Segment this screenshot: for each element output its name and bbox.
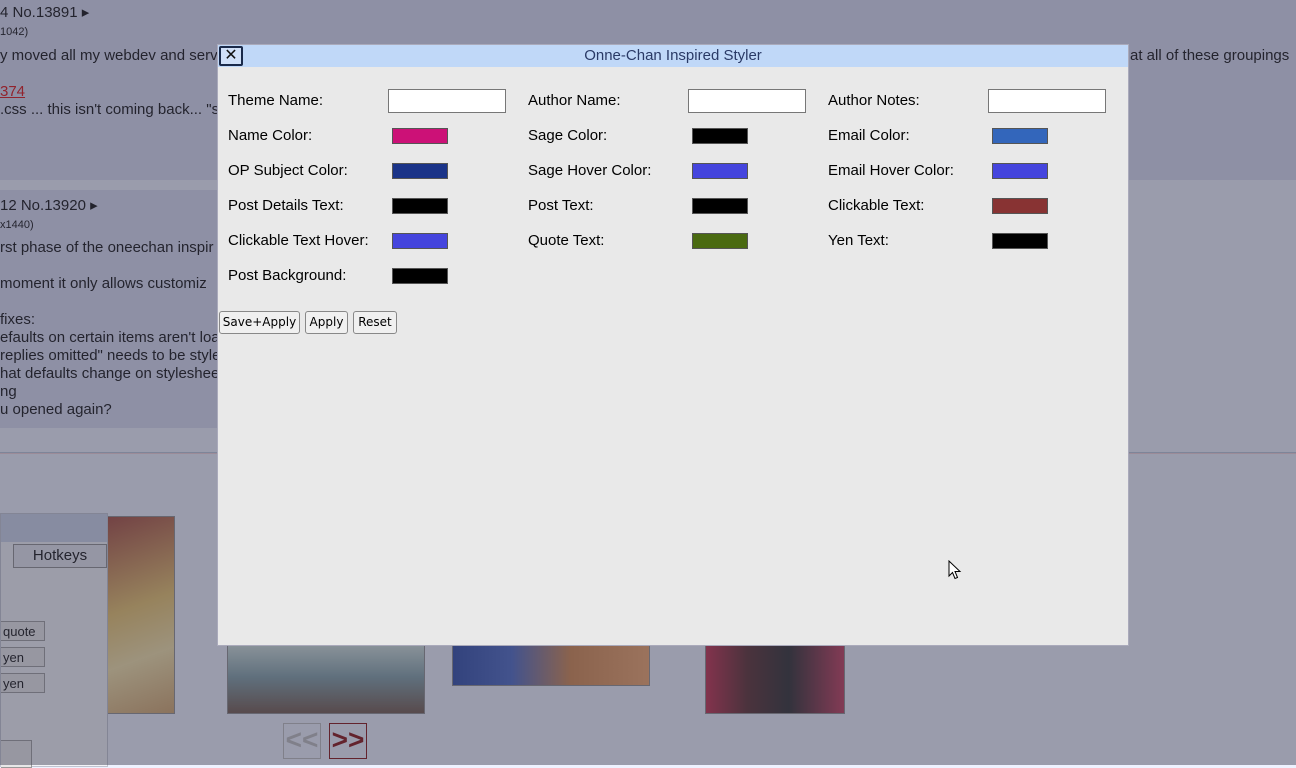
op-subject-color-label: OP Subject Color: — [228, 162, 348, 179]
theme-name-input[interactable] — [388, 89, 506, 113]
post-text-swatch[interactable] — [692, 198, 748, 214]
clickable-text-hover-swatch[interactable] — [392, 233, 448, 249]
sage-color-swatch[interactable] — [692, 128, 748, 144]
author-notes-label: Author Notes: — [828, 92, 920, 109]
post-details-text-swatch[interactable] — [392, 198, 448, 214]
apply-button[interactable]: Apply — [305, 311, 348, 334]
close-icon: ✕ — [224, 47, 238, 64]
email-hover-color-label: Email Hover Color: — [828, 162, 954, 179]
sage-color-label: Sage Color: — [528, 127, 608, 144]
email-color-label: Email Color: — [828, 127, 910, 144]
post-background-label: Post Background: — [228, 267, 347, 284]
author-name-input[interactable] — [688, 89, 806, 113]
author-name-label: Author Name: — [528, 92, 621, 109]
close-button[interactable]: ✕ — [219, 46, 243, 66]
email-color-swatch[interactable] — [992, 128, 1048, 144]
dialog-header: Onne-Chan Inspired Styler ✕ — [218, 45, 1128, 67]
quote-text-label: Quote Text: — [528, 232, 605, 249]
yen-text-label: Yen Text: — [828, 232, 889, 249]
clickable-text-label: Clickable Text: — [828, 197, 925, 214]
mouse-cursor-icon — [948, 560, 962, 580]
name-color-swatch[interactable] — [392, 128, 448, 144]
theme-name-label: Theme Name: — [228, 92, 324, 109]
op-subject-color-swatch[interactable] — [392, 163, 448, 179]
post-text-label: Post Text: — [528, 197, 594, 214]
clickable-text-hover-label: Clickable Text Hover: — [228, 232, 369, 249]
dialog-title: Onne-Chan Inspired Styler — [584, 47, 762, 64]
styler-dialog: Onne-Chan Inspired Styler ✕ Theme Name: … — [217, 44, 1129, 646]
clickable-text-swatch[interactable] — [992, 198, 1048, 214]
quote-text-swatch[interactable] — [692, 233, 748, 249]
email-hover-color-swatch[interactable] — [992, 163, 1048, 179]
sage-hover-color-label: Sage Hover Color: — [528, 162, 652, 179]
save-apply-button[interactable]: Save+Apply — [219, 311, 300, 334]
sage-hover-color-swatch[interactable] — [692, 163, 748, 179]
author-notes-input[interactable] — [988, 89, 1106, 113]
yen-text-swatch[interactable] — [992, 233, 1048, 249]
post-background-swatch[interactable] — [392, 268, 448, 284]
name-color-label: Name Color: — [228, 127, 313, 144]
post-details-text-label: Post Details Text: — [228, 197, 344, 214]
reset-button[interactable]: Reset — [353, 311, 397, 334]
